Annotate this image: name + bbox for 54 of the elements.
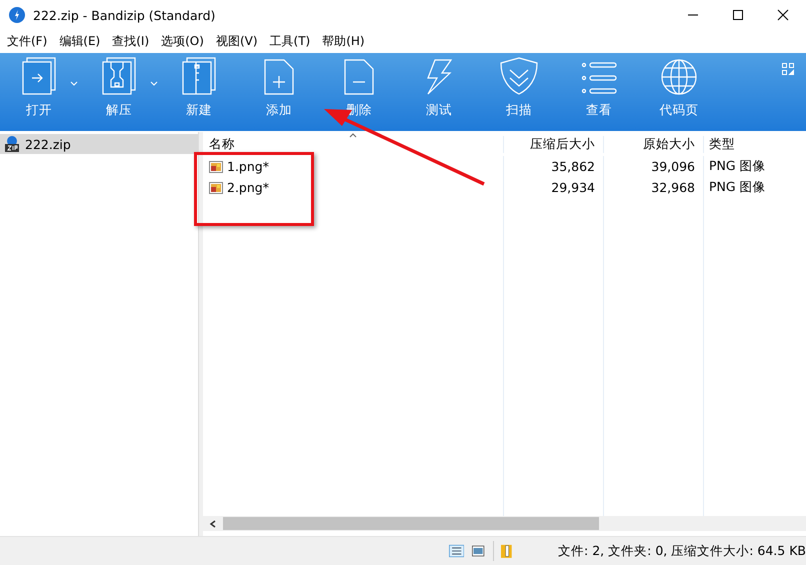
app-icon	[9, 7, 25, 23]
toolbar-button[interactable]: 新建	[168, 53, 230, 127]
zip-file-icon	[182, 57, 216, 95]
toolbar-button[interactable]: 测试	[408, 53, 470, 127]
table-cell: 39,096	[651, 159, 695, 174]
column-header[interactable]: 压缩后大小	[503, 136, 603, 152]
add-file-icon	[264, 59, 294, 95]
column-header[interactable]: 名称	[203, 136, 503, 152]
image-file-icon	[209, 160, 223, 172]
column-header[interactable]: 类型	[703, 136, 806, 152]
menu-item[interactable]: 文件(F)	[7, 32, 48, 50]
open-file-icon	[22, 57, 56, 95]
list-icon	[581, 61, 617, 95]
toolbar-button[interactable]: 代码页	[648, 53, 710, 127]
zip-file-icon	[102, 57, 136, 95]
toolbar-button[interactable]: 扫描	[488, 53, 550, 127]
maximize-icon[interactable]	[732, 9, 744, 21]
menu-item[interactable]: 编辑(E)	[59, 32, 100, 50]
menu-item[interactable]: 视图(V)	[216, 32, 258, 50]
table-cell: PNG 图像	[709, 158, 766, 175]
details-view-icon[interactable]	[449, 543, 464, 559]
thumbnail-view-icon[interactable]	[472, 544, 485, 558]
shield-icon	[499, 57, 539, 95]
menu-item[interactable]: 查找(I)	[112, 32, 150, 50]
image-file-icon	[209, 182, 223, 194]
caret-icon[interactable]	[150, 81, 158, 86]
zip-archive-icon	[4, 136, 20, 152]
column-header[interactable]: 原始大小	[603, 136, 703, 152]
close-icon[interactable]	[777, 9, 789, 21]
globe-icon	[661, 59, 697, 95]
menu-item[interactable]: 帮助(H)	[322, 32, 365, 50]
tree-item[interactable]: 222.zip	[0, 134, 198, 154]
window-title: 222.zip - Bandizip (Standard)	[33, 8, 216, 22]
table-cell: 32,968	[651, 180, 695, 195]
toolbar-button[interactable]: 打开	[8, 53, 70, 127]
table-cell: PNG 图像	[709, 179, 766, 196]
folder-zip-icon[interactable]	[501, 542, 512, 560]
lightning-icon	[425, 59, 453, 95]
sort-icon	[349, 133, 357, 138]
toolbar-button[interactable]: 解压	[88, 53, 150, 127]
table-cell: 1.png*	[227, 159, 269, 174]
table-cell: 35,862	[551, 159, 595, 174]
menu-item[interactable]: 工具(T)	[270, 32, 310, 50]
table-cell: 29,934	[551, 180, 595, 195]
delete-file-icon	[344, 59, 374, 95]
status-text: 文件: 2, 文件夹: 0, 压缩文件大小: 64.5 KB	[558, 542, 806, 560]
toolbar-button[interactable]: 查看	[568, 53, 630, 127]
menu-item[interactable]: 选项(O)	[161, 32, 204, 50]
toolbar-button[interactable]: 添加	[248, 53, 310, 127]
table-cell: 2.png*	[227, 180, 269, 195]
scroll-left-icon[interactable]	[209, 520, 217, 528]
horizontal-scrollbar[interactable]	[203, 516, 806, 531]
layout-icon[interactable]	[782, 63, 794, 75]
caret-icon[interactable]	[70, 81, 78, 86]
